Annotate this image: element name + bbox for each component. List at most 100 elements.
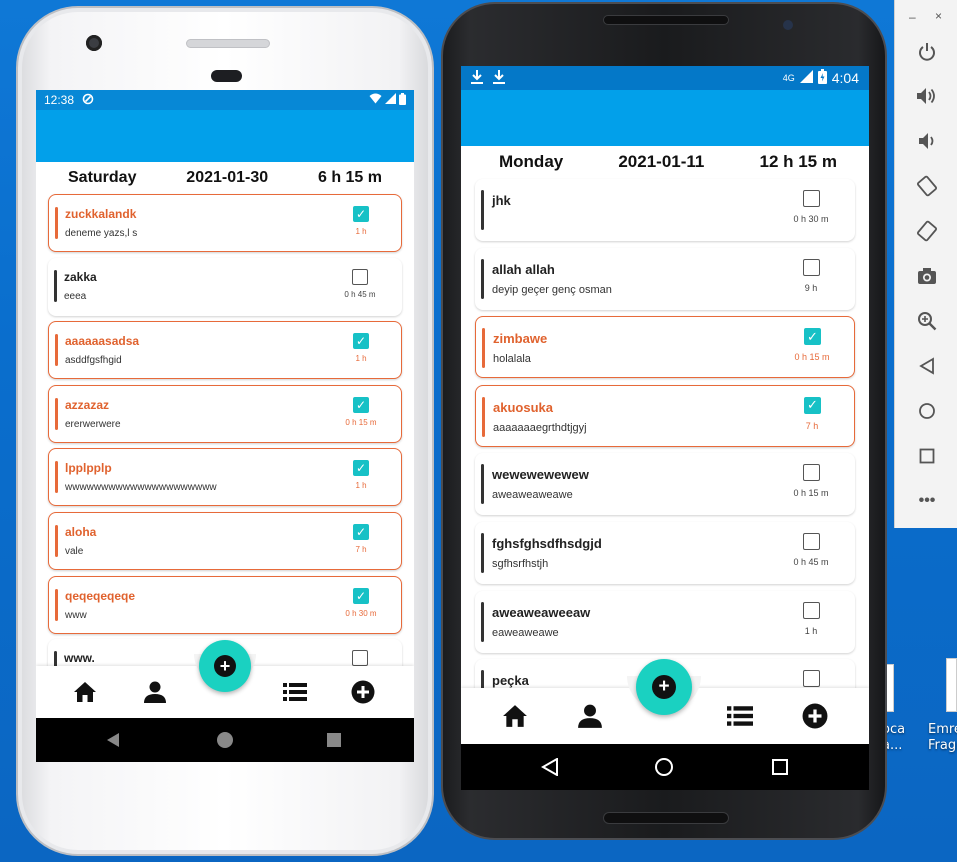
task-checkbox[interactable] (352, 650, 368, 667)
task-checkbox[interactable]: ✓ (353, 206, 369, 222)
add-task-fab[interactable]: + (636, 659, 692, 715)
task-checkbox[interactable] (803, 601, 820, 619)
task-checkbox[interactable] (352, 268, 368, 285)
home-icon[interactable] (912, 396, 942, 426)
wifi-icon (369, 93, 382, 107)
task-duration: 1 h (355, 354, 367, 364)
phone2-screen: 4G 4:04 Monday 2021-01-11 12 h 15 m jhk … (461, 66, 869, 744)
task-card[interactable]: azzazaz ererwerwere ✓ 0 h 15 m (48, 384, 402, 443)
task-list[interactable]: jhk 0 h 30 m allah allah deyip geçer gen… (475, 179, 855, 728)
task-checkbox[interactable]: ✓ (353, 396, 369, 413)
task-list[interactable]: zuckkalandk deneme yazs,l s ✓ 1 h zakka … (48, 194, 402, 703)
task-card[interactable]: aaaaaasadsa asddfgsfhgid ✓ 1 h (48, 321, 402, 380)
task-card[interactable]: aweaweaweeaw eaweaweawe 1 h (475, 590, 855, 653)
back-icon[interactable] (912, 351, 942, 381)
rotate-left-icon[interactable] (912, 171, 942, 201)
app-bar (36, 110, 414, 162)
power-icon[interactable] (912, 37, 942, 67)
signal-icon (799, 70, 813, 86)
desktop-file-icon-2[interactable] (946, 658, 957, 712)
rotate-right-icon[interactable] (912, 216, 942, 246)
status-bar: 4G 4:04 (461, 66, 869, 90)
day-name: Saturday (68, 169, 137, 186)
task-checkbox[interactable] (803, 258, 820, 276)
recents-button[interactable] (327, 733, 341, 747)
phone1-screen: 12:38 Saturday 2021-01-30 6 h 15 m zuckk… (36, 90, 414, 762)
camera-icon[interactable] (912, 261, 942, 291)
task-duration: 0 h 15 m (793, 488, 829, 499)
download-icon (471, 69, 483, 87)
day-date: 2021-01-11 (618, 152, 705, 171)
task-title: lpplpplp (65, 461, 112, 476)
task-title: azzazaz (65, 397, 110, 412)
status-time: 12:38 (44, 93, 75, 107)
task-checkbox[interactable] (803, 190, 820, 207)
task-accent-bar (55, 461, 58, 494)
day-summary-header: Monday 2021-01-11 12 h 15 m (461, 146, 869, 178)
task-accent-bar (54, 269, 57, 302)
task-card[interactable]: wewewewewew aweaweaweawe 0 h 15 m (475, 453, 855, 516)
task-card[interactable]: fghsfghsdfhsdgjd sgfhsrfhstjh 0 h 45 m (475, 521, 855, 584)
task-card[interactable]: akuosuka aaaaaaaegrthdtjgyj ✓ 7 h (475, 384, 855, 447)
more-icon[interactable]: ••• (912, 486, 942, 516)
list-icon[interactable] (282, 680, 308, 704)
task-title: aaaaaasadsa (65, 334, 140, 349)
task-duration: 0 h 30 m (793, 214, 829, 224)
task-card[interactable]: allah allah deyip geçer genç osman 9 h (475, 247, 855, 310)
task-accent-bar (482, 328, 485, 369)
task-card[interactable]: zuckkalandk deneme yazs,l s ✓ 1 h (48, 194, 402, 252)
zoom-icon[interactable] (912, 306, 942, 336)
person-icon[interactable] (576, 703, 604, 729)
recents-button[interactable] (772, 759, 788, 775)
list-icon[interactable] (726, 703, 754, 729)
task-checkbox[interactable] (803, 670, 820, 688)
home-icon[interactable] (72, 680, 98, 704)
task-checkbox[interactable]: ✓ (353, 523, 369, 540)
task-card[interactable]: zakka eeea 0 h 45 m (48, 257, 402, 316)
volume-up-icon[interactable] (912, 81, 942, 111)
overview-icon[interactable] (912, 441, 942, 471)
task-checkbox[interactable]: ✓ (353, 460, 369, 477)
task-card[interactable]: qeqeqeqeqe www ✓ 0 h 30 m (48, 575, 402, 634)
task-card[interactable]: zimbawe holalala ✓ 0 h 15 m (475, 316, 855, 379)
home-icon[interactable] (501, 703, 529, 729)
task-accent-bar (481, 532, 484, 573)
desktop-label-2[interactable]: EmreFragr (928, 722, 957, 754)
task-duration: 7 h (355, 544, 367, 554)
task-duration: 1 h (804, 625, 818, 636)
add-circle-icon[interactable] (801, 703, 829, 729)
day-total-duration: 6 h 15 m (317, 169, 382, 186)
close-icon[interactable]: × (935, 9, 942, 23)
task-card[interactable]: jhk 0 h 30 m (475, 179, 855, 241)
task-checkbox[interactable]: ✓ (804, 396, 821, 414)
add-circle-icon[interactable] (350, 680, 376, 704)
task-checkbox[interactable] (803, 532, 820, 550)
network-type: 4G (782, 73, 795, 83)
task-accent-bar (55, 588, 58, 621)
add-fab-icon: + (652, 675, 676, 699)
task-duration: 1 h (355, 481, 367, 491)
task-description: www (65, 609, 87, 621)
home-button[interactable] (655, 758, 673, 776)
day-total-duration: 12 h 15 m (759, 152, 837, 171)
day-date: 2021-01-30 (186, 169, 269, 186)
day-summary-header: Saturday 2021-01-30 6 h 15 m (36, 162, 414, 194)
task-description: aweaweaweawe (492, 489, 573, 502)
task-title: fghsfghsdfhsdgjd (492, 535, 602, 551)
sync-icon (82, 93, 94, 108)
home-button[interactable] (217, 732, 233, 748)
task-duration: 0 h 15 m (345, 417, 377, 427)
task-checkbox[interactable] (803, 464, 820, 482)
task-card[interactable]: aloha vale ✓ 7 h (48, 511, 402, 570)
back-button[interactable] (106, 732, 120, 753)
task-checkbox[interactable]: ✓ (353, 333, 369, 350)
back-button[interactable] (540, 757, 559, 781)
minimize-icon[interactable]: – (909, 10, 916, 24)
task-card[interactable]: lpplpplp wwwwwwwwwwwwwwwwwwwww ✓ 1 h (48, 448, 402, 507)
add-task-fab[interactable]: + (199, 640, 251, 692)
task-checkbox[interactable]: ✓ (353, 587, 369, 604)
task-checkbox[interactable]: ✓ (804, 328, 821, 346)
volume-down-icon[interactable] (912, 126, 942, 156)
person-icon[interactable] (142, 680, 168, 704)
task-duration: 1 h (355, 227, 367, 236)
